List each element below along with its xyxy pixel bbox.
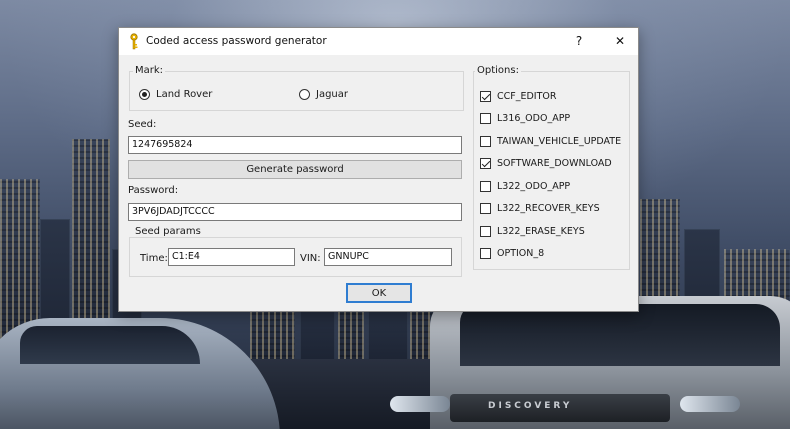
car-grille: DISCOVERY: [450, 394, 670, 422]
option-option-8[interactable]: OPTION_8: [480, 248, 544, 259]
close-icon: ✕: [614, 34, 626, 48]
checkbox: [480, 136, 491, 147]
option-label: L322_ERASE_KEYS: [497, 226, 585, 237]
seed-label: Seed:: [128, 119, 157, 130]
window-title: Coded access password generator: [146, 35, 327, 47]
checkbox: [480, 113, 491, 124]
car-window: [460, 304, 780, 366]
radio-label: Land Rover: [156, 89, 213, 100]
headlight: [390, 396, 450, 412]
option-taiwan-vehicle-update[interactable]: TAIWAN_VEHICLE_UPDATE: [480, 136, 621, 147]
key-icon: [130, 33, 138, 50]
car-left: [0, 318, 280, 429]
option-label: L316_ODO_APP: [497, 113, 571, 124]
mark-group-label: Mark:: [133, 65, 166, 76]
checkbox: [480, 203, 491, 214]
password-label: Password:: [128, 185, 179, 196]
headlight: [680, 396, 740, 412]
checkbox: [480, 91, 491, 102]
seed-params-group-label: Seed params: [133, 226, 203, 237]
checkbox: [480, 181, 491, 192]
password-generator-dialog: Coded access password generator ? ✕ Mark…: [118, 27, 639, 312]
option-l322-erase-keys[interactable]: L322_ERASE_KEYS: [480, 226, 585, 237]
car-window: [20, 326, 200, 364]
options-group-label: Options:: [475, 65, 521, 76]
radio-indicator: [139, 89, 150, 100]
option-label: CCF_EDITOR: [497, 91, 557, 102]
help-icon: ?: [575, 34, 583, 48]
option-label: L322_RECOVER_KEYS: [497, 203, 600, 214]
jaguar-radio[interactable]: Jaguar: [299, 89, 348, 100]
time-label: Time:: [140, 253, 168, 264]
title-bar[interactable]: Coded access password generator ? ✕: [119, 28, 638, 55]
checkbox: [480, 248, 491, 259]
car-right: DISCOVERY: [390, 296, 790, 429]
vin-input[interactable]: GNNUPC: [324, 248, 452, 266]
time-input[interactable]: C1:E4: [168, 248, 295, 266]
checkbox: [480, 226, 491, 237]
checkbox: [480, 158, 491, 169]
vehicle-badge: DISCOVERY: [488, 401, 573, 411]
option-l316-odo-app[interactable]: L316_ODO_APP: [480, 113, 570, 124]
option-software-download[interactable]: SOFTWARE_DOWNLOAD: [480, 158, 612, 169]
option-ccf-editor[interactable]: CCF_EDITOR: [480, 91, 556, 102]
option-label: TAIWAN_VEHICLE_UPDATE: [497, 136, 622, 147]
land-rover-radio[interactable]: Land Rover: [139, 89, 212, 100]
radio-label: Jaguar: [316, 89, 349, 100]
vin-label: VIN:: [300, 253, 321, 264]
option-label: OPTION_8: [497, 248, 545, 259]
generate-password-button[interactable]: Generate password: [128, 160, 462, 179]
radio-indicator: [299, 89, 310, 100]
option-l322-recover-keys[interactable]: L322_RECOVER_KEYS: [480, 203, 600, 214]
password-output[interactable]: 3PV6JDADJTCCCC: [128, 203, 462, 221]
seed-input[interactable]: 1247695824: [128, 136, 462, 154]
help-button[interactable]: ?: [565, 31, 593, 51]
close-button[interactable]: ✕: [606, 31, 634, 51]
ok-button[interactable]: OK: [346, 283, 412, 303]
option-label: L322_ODO_APP: [497, 181, 571, 192]
option-l322-odo-app[interactable]: L322_ODO_APP: [480, 181, 570, 192]
option-label: SOFTWARE_DOWNLOAD: [497, 158, 612, 169]
